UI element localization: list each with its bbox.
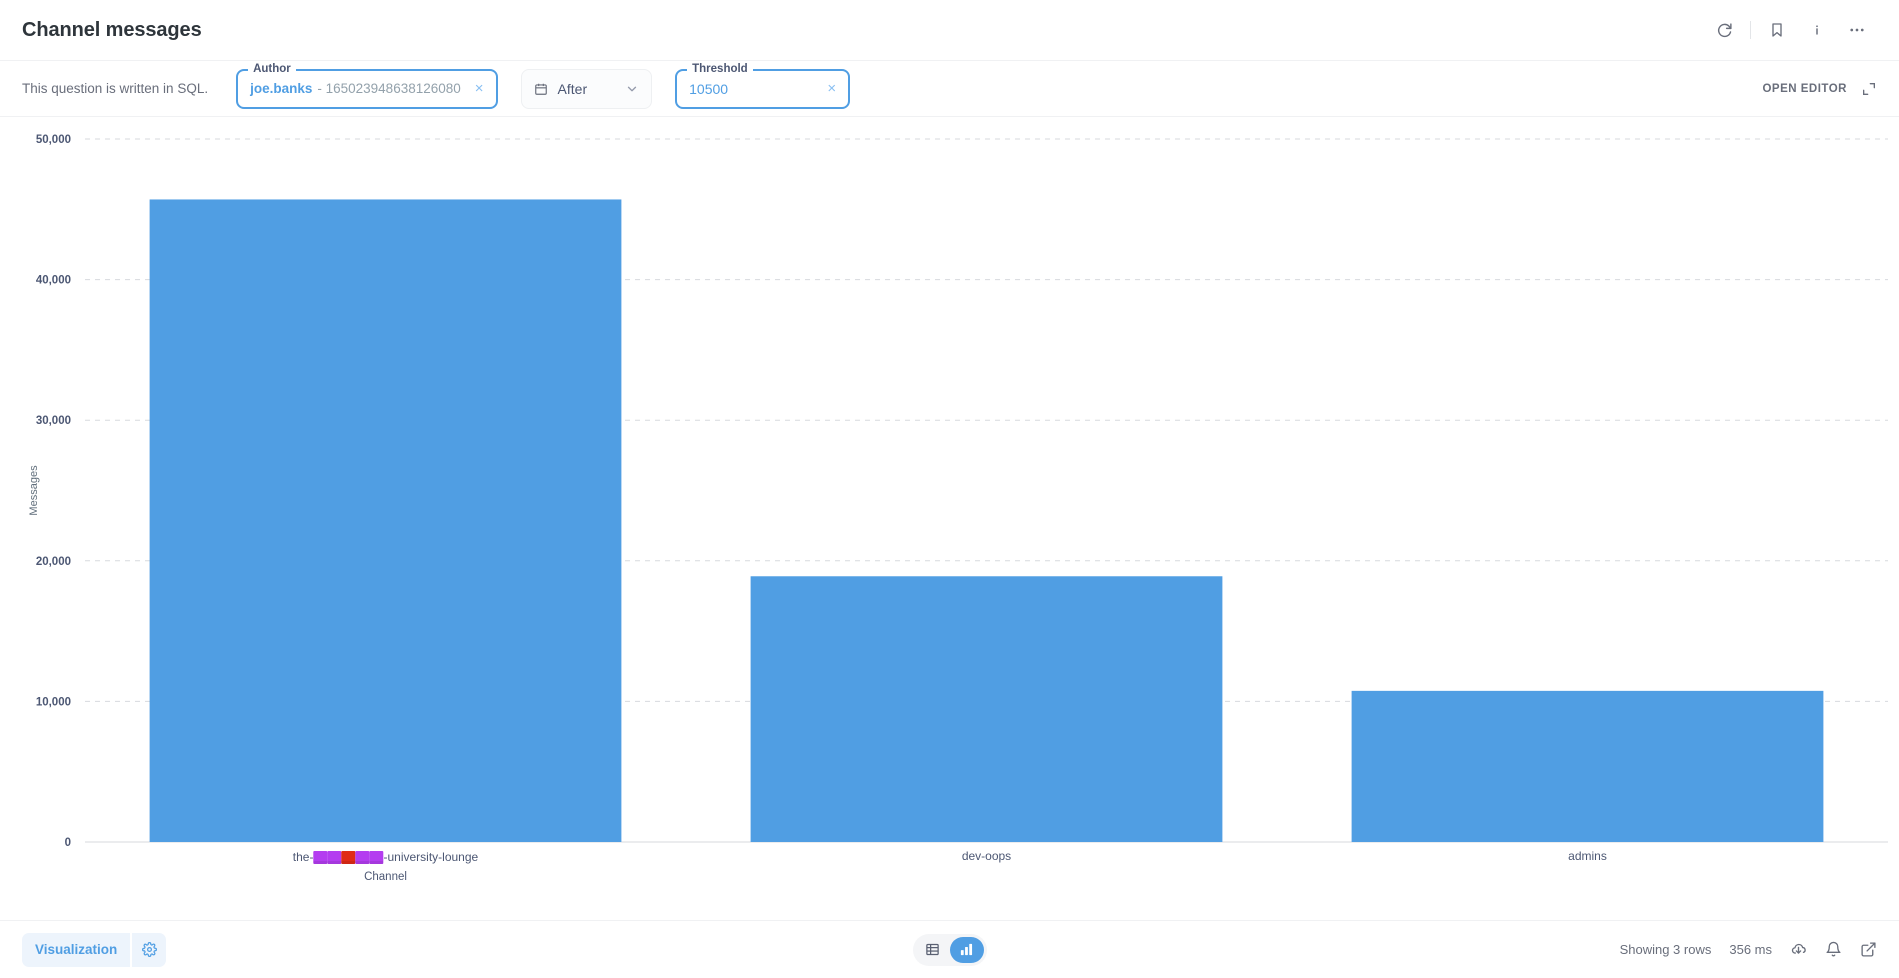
- bookmark-icon[interactable]: [1757, 10, 1797, 50]
- filter-threshold-value[interactable]: 10500: [689, 81, 728, 97]
- svg-text:30,000: 30,000: [36, 415, 71, 427]
- svg-text:admins: admins: [1568, 849, 1607, 863]
- x-axis-label-0-prefix: the-: [292, 850, 314, 864]
- duration-text: 356 ms: [1729, 942, 1772, 957]
- filter-threshold[interactable]: Threshold 10500 ×: [675, 62, 851, 109]
- calendar-icon: [534, 82, 548, 96]
- emoji-tofu-icon: [341, 850, 356, 864]
- header-divider: [1750, 21, 1751, 39]
- row-count-text: Showing 3 rows: [1619, 942, 1712, 957]
- filter-threshold-legend: Threshold: [687, 62, 753, 75]
- emoji-tofu-icon: [369, 850, 384, 864]
- svg-text:20,000: 20,000: [36, 556, 71, 568]
- sql-note: This question is written in SQL.: [22, 81, 209, 96]
- gear-icon[interactable]: [130, 932, 166, 967]
- table-icon[interactable]: [916, 937, 950, 963]
- svg-text:10,000: 10,000: [36, 696, 71, 708]
- svg-text:Channel: Channel: [364, 871, 407, 883]
- view-toggle: [912, 933, 987, 966]
- x-axis-label-0-suffix: -university-lounge: [383, 850, 479, 864]
- filter-author[interactable]: Author joe.banks - 165023948638126080 ×: [236, 62, 498, 109]
- bar-chart[interactable]: 0 10,000 20,000 30,000 40,000 50,000 Messages d…: [0, 117, 1899, 920]
- info-icon[interactable]: [1797, 10, 1837, 50]
- svg-text:dev-oops: dev-oops: [962, 849, 1011, 863]
- footer-bar: Visualization Showing 3 rows 356 ms: [0, 920, 1899, 978]
- share-external-icon[interactable]: [1860, 941, 1877, 958]
- x-axis-label-0: the- -university-lounge: [293, 850, 478, 864]
- filter-threshold-clear-icon[interactable]: ×: [827, 81, 836, 96]
- svg-text:0: 0: [65, 837, 71, 849]
- filter-author-legend: Author: [248, 62, 296, 75]
- svg-text:50,000: 50,000: [36, 134, 71, 146]
- svg-text:40,000: 40,000: [36, 275, 71, 287]
- emoji-tofu-icon: [313, 850, 328, 864]
- chevron-down-icon[interactable]: [625, 82, 639, 96]
- bar-chart-icon[interactable]: [949, 936, 984, 963]
- more-icon[interactable]: [1837, 10, 1877, 50]
- header-actions: [1704, 10, 1877, 50]
- download-icon[interactable]: [1790, 941, 1807, 958]
- filter-date[interactable]: After: [520, 68, 653, 109]
- page-title: Channel messages: [22, 18, 202, 41]
- filter-bar: This question is written in SQL. Author …: [0, 61, 1899, 117]
- filter-author-clear-icon[interactable]: ×: [475, 81, 484, 96]
- svg-text:Messages: Messages: [28, 465, 40, 516]
- filter-author-id: - 165023948638126080: [317, 81, 461, 96]
- expand-icon[interactable]: [1861, 81, 1877, 97]
- chart-area: 0 10,000 20,000 30,000 40,000 50,000 Messages d…: [0, 117, 1899, 920]
- open-editor-button[interactable]: OPEN EDITOR: [1762, 83, 1847, 95]
- filter-author-value: joe.banks: [250, 81, 313, 96]
- emoji-tofu-icon: [327, 850, 342, 864]
- refresh-icon[interactable]: [1704, 10, 1744, 50]
- filter-date-label: After: [557, 80, 588, 97]
- emoji-tofu-icon: [355, 850, 370, 864]
- alert-bell-icon[interactable]: [1825, 941, 1842, 958]
- visualization-button[interactable]: Visualization: [22, 933, 130, 967]
- app-root: Channel messages This question is writte…: [0, 0, 1899, 978]
- page-header: Channel messages: [0, 0, 1899, 61]
- open-editor-group: OPEN EDITOR: [1762, 81, 1877, 97]
- footer-status: Showing 3 rows 356 ms: [1620, 941, 1877, 958]
- visualization-group: Visualization: [22, 932, 167, 967]
